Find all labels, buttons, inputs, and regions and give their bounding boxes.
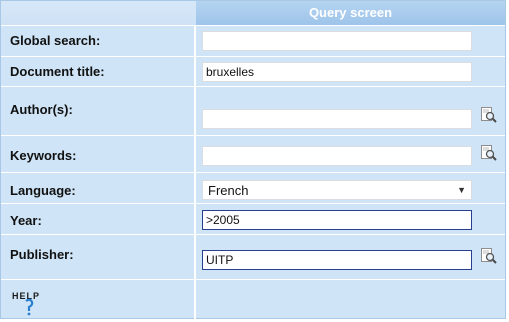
page-title: Query screen: [196, 1, 505, 25]
document-title-label: Document title:: [10, 64, 105, 79]
keywords-label: Keywords:: [10, 148, 77, 163]
year-input[interactable]: [202, 210, 472, 230]
row-document-title: Document title:: [1, 57, 505, 87]
dropdown-arrow-icon[interactable]: ▼: [457, 185, 466, 195]
authors-lookup-icon[interactable]: [480, 106, 497, 123]
year-label: Year:: [10, 213, 42, 228]
query-panel: Query screen Global search: Document tit…: [0, 0, 506, 319]
help-icon[interactable]: HELP: [11, 287, 47, 317]
row-keywords: Keywords:: [1, 136, 505, 173]
language-selected-value: French: [208, 183, 249, 198]
global-search-label: Global search:: [10, 33, 101, 48]
row-authors: Author(s):: [1, 87, 505, 136]
authors-input[interactable]: [202, 109, 472, 129]
publisher-input[interactable]: [202, 250, 472, 270]
row-year: Year:: [1, 204, 505, 235]
row-publisher: Publisher:: [1, 235, 505, 280]
help-text: HELP: [12, 291, 40, 301]
header-bar: Query screen: [1, 1, 505, 26]
row-language: Language: French ▼: [1, 173, 505, 204]
language-select[interactable]: French ▼: [202, 180, 472, 200]
keywords-input[interactable]: [202, 146, 472, 166]
publisher-label: Publisher:: [10, 247, 74, 262]
authors-label: Author(s):: [10, 102, 73, 117]
row-global-search: Global search:: [1, 25, 505, 57]
publisher-lookup-icon[interactable]: [480, 247, 497, 264]
language-label: Language:: [10, 183, 76, 198]
document-title-input[interactable]: [202, 62, 472, 82]
keywords-lookup-icon[interactable]: [480, 144, 497, 161]
global-search-input[interactable]: [202, 31, 472, 51]
